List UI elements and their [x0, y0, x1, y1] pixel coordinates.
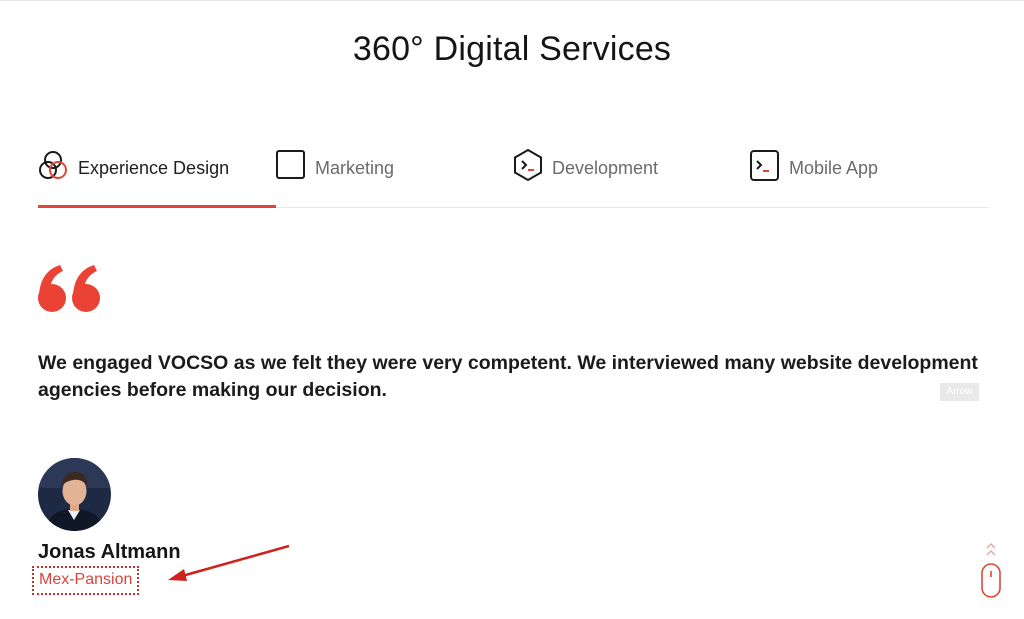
- avatar: [38, 458, 111, 531]
- tab-label: Experience Design: [78, 158, 230, 178]
- tab-mobile-app[interactable]: Mobile App: [749, 148, 878, 208]
- overlapping-circles-icon: [38, 148, 70, 182]
- square-icon: [275, 148, 307, 182]
- hexagon-terminal-icon: [512, 148, 544, 182]
- service-tabs: Experience Design Marketing Development: [38, 148, 988, 208]
- page-title: 360° Digital Services: [352, 30, 672, 68]
- tab-experience-design[interactable]: Experience Design: [38, 148, 229, 208]
- tab-label: Mobile App: [789, 158, 879, 178]
- arrow-badge: Arrow: [940, 383, 979, 401]
- tab-label: Development: [552, 158, 659, 178]
- annotation-arrow-icon: [168, 544, 290, 581]
- top-divider: [0, 0, 1024, 1]
- active-tab-indicator: [38, 205, 276, 208]
- scroll-down-indicator[interactable]: [978, 540, 1004, 602]
- tab-development[interactable]: Development: [512, 148, 658, 208]
- company-name[interactable]: Mex-Pansion: [32, 566, 140, 595]
- tab-marketing[interactable]: Marketing: [275, 148, 394, 208]
- tab-label: Marketing: [315, 158, 395, 178]
- quote-icon: [36, 262, 106, 318]
- mouse-scroll-icon: [981, 543, 1001, 598]
- testimonial-quote: We engaged VOCSO as we felt they were ve…: [38, 352, 978, 401]
- terminal-icon: [749, 148, 781, 182]
